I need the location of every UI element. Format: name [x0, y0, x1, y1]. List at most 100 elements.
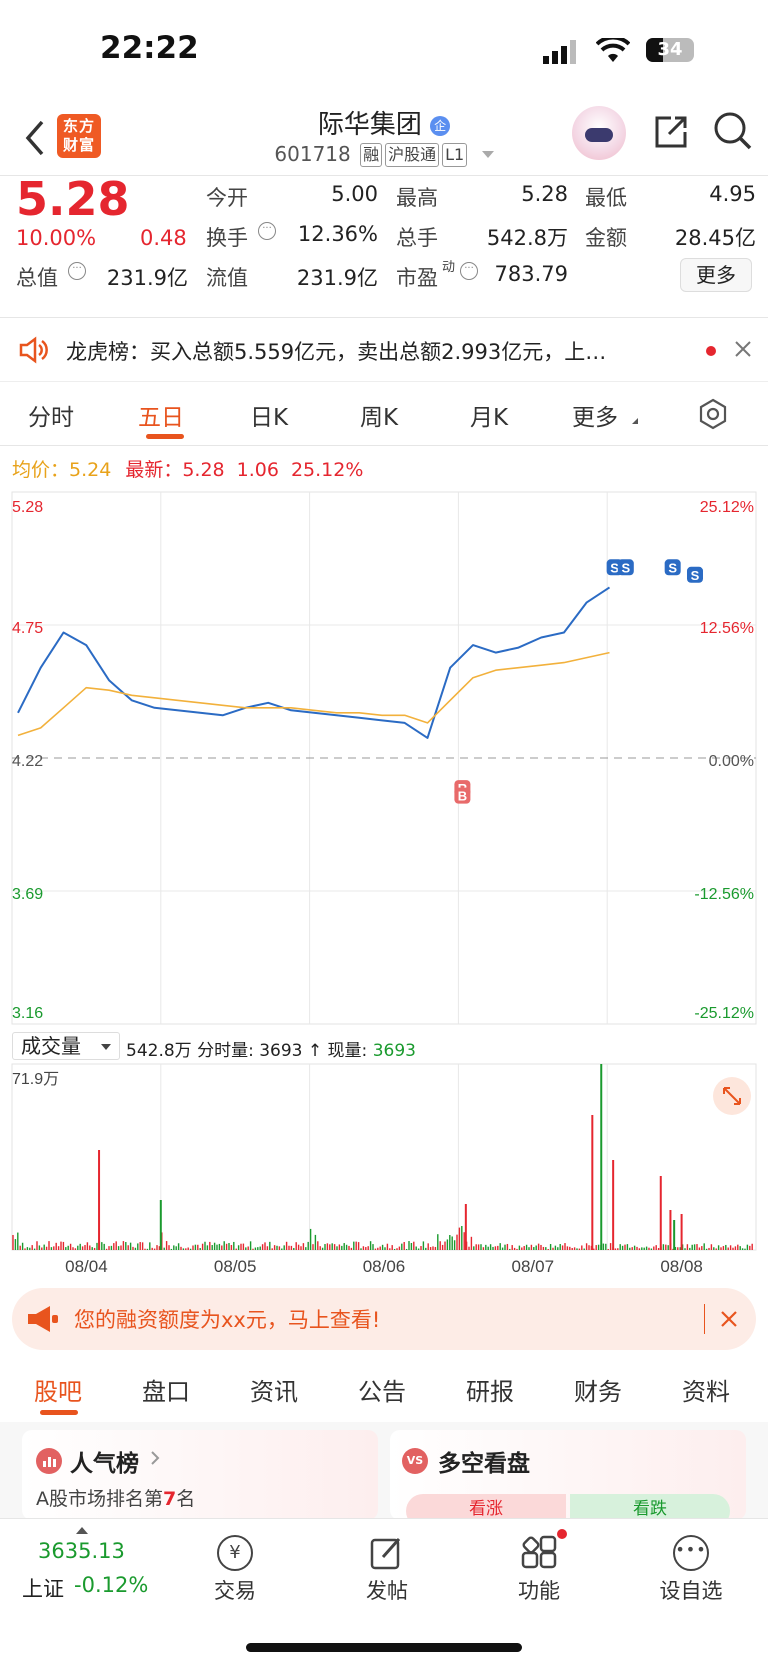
corner-triangle-icon: [632, 418, 638, 424]
tab-news[interactable]: 资讯: [250, 1372, 298, 1407]
high-label: 最高: [396, 186, 438, 210]
post-button[interactable]: 发帖: [332, 1519, 442, 1605]
volume-summary: 542.8万 分时量: 3693 ↑ 现量: 3693: [126, 1036, 416, 1061]
tag-connect: 沪股通: [385, 143, 440, 167]
rank-number: 7: [163, 1488, 177, 1510]
active-tab-indicator: [146, 434, 184, 439]
current-volume-label: 现量:: [327, 1041, 368, 1061]
functions-button[interactable]: 功能: [484, 1519, 594, 1605]
add-watchlist-label: 设自选: [659, 1579, 723, 1603]
chart-tabs: 分时 五日 日K 周K 月K 更多: [0, 382, 768, 446]
trade-marker-label: S: [691, 568, 700, 583]
post-label: 发帖: [366, 1579, 408, 1603]
current-volume-value: 3693: [372, 1041, 416, 1061]
low-value: 4.95: [709, 182, 756, 206]
date-label: 08/07: [512, 1257, 555, 1276]
trade-button[interactable]: ¥ 交易: [180, 1519, 290, 1605]
tab-daily-k[interactable]: 日K: [250, 398, 288, 432]
bear-button[interactable]: 看跌: [570, 1494, 730, 1520]
y-tick-label: 4.75: [12, 620, 43, 637]
date-label: 08/05: [214, 1257, 257, 1276]
tab-weekly-k[interactable]: 周K: [360, 398, 398, 432]
bull-button[interactable]: 看涨: [406, 1494, 566, 1520]
tab-finance[interactable]: 财务: [574, 1372, 622, 1407]
pct-tick-label: -25.12%: [694, 1005, 754, 1022]
home-indicator: [246, 1643, 522, 1652]
status-time: 22:22: [100, 30, 199, 66]
margin-promo-banner[interactable]: 您的融资额度为xx元，马上查看!: [12, 1288, 756, 1350]
tag-level: L1: [442, 143, 468, 167]
volume-selector-label: 成交量: [21, 1034, 81, 1058]
active-tab-indicator: [40, 1410, 78, 1415]
info-icon[interactable]: ···: [258, 222, 276, 240]
amount-label: 金额: [585, 226, 627, 250]
trade-marker-label: B: [458, 789, 467, 804]
price-line: [17, 586, 611, 739]
y-tick-label: 3.69: [12, 886, 43, 903]
tab-research[interactable]: 研报: [466, 1372, 514, 1407]
more-button[interactable]: 更多: [680, 258, 752, 292]
tab-announcements[interactable]: 公告: [358, 1372, 406, 1407]
avg-value: 5.24: [69, 459, 112, 481]
tab-orderbook[interactable]: 盘口: [142, 1372, 190, 1407]
unread-dot: [706, 346, 716, 356]
share-icon[interactable]: [651, 112, 691, 156]
latest-value: 5.28: [182, 459, 225, 481]
date-label: 08/04: [65, 1257, 108, 1276]
tab-profile[interactable]: 资料: [682, 1372, 730, 1407]
volume-frame: [11, 1063, 757, 1251]
high-value: 5.28: [521, 182, 568, 206]
status-bar: 22:22 34: [0, 0, 768, 100]
dragon-tiger-banner[interactable]: 龙虎榜：买入总额5.559亿元，卖出总额2.993亿元，上…: [0, 318, 768, 382]
float-value: 231.9亿: [296, 266, 378, 290]
volume-selector[interactable]: 成交量: [12, 1032, 120, 1060]
y-tick-label: 5.28: [12, 499, 43, 516]
pe-value: 783.79: [494, 262, 568, 286]
tab-intraday[interactable]: 分时: [28, 398, 74, 432]
volume-chart[interactable]: 71.9万 08/04 08/05 08/06 08/07 08/08: [0, 1062, 768, 1284]
tab-monthly-k[interactable]: 月K: [470, 398, 508, 432]
feature-cards: 人气榜 A股市场排名第7名 VS 多空看盘 看涨 看跌: [0, 1422, 768, 1520]
total-value: 231.9亿: [106, 266, 188, 290]
promo-text: 您的融资额度为xx元，马上查看!: [74, 1308, 381, 1332]
five-day-price-chart[interactable]: 5.28 25.12% 4.75 12.56% 4.22 0.00% 3.69 -12.56%…: [0, 488, 768, 1028]
avg-price-line: [17, 651, 610, 737]
robot-avatar-icon[interactable]: [572, 106, 626, 160]
volume-label: 总手: [396, 226, 438, 250]
bull-bear-card[interactable]: VS 多空看盘 看涨 看跌: [390, 1430, 746, 1520]
change-percent: 10.00%: [16, 226, 97, 250]
settings-gear-icon[interactable]: [697, 398, 729, 434]
index-name: 上证: [22, 1577, 64, 1601]
trade-marker-label: S: [668, 560, 677, 575]
stock-header: 东方财富 际华集团 企 601718 融沪股通 L1: [0, 100, 768, 176]
volume-total: 542.8万: [126, 1041, 192, 1061]
add-watchlist-button[interactable]: ••• 设自选: [636, 1519, 746, 1605]
robot-face: [585, 128, 613, 142]
turnover-label: 换手: [206, 226, 248, 250]
popularity-card[interactable]: 人气榜 A股市场排名第7名: [22, 1430, 378, 1520]
close-icon[interactable]: [720, 1310, 738, 1332]
battery-icon: 34: [646, 38, 694, 62]
float-value-label: 流值: [206, 266, 248, 290]
edit-icon: [369, 1535, 405, 1571]
pe-label: 市盈: [396, 266, 438, 290]
tab-five-day[interactable]: 五日: [138, 398, 184, 432]
wifi-icon: [595, 35, 631, 68]
index-ticker[interactable]: 3635.13 上证 -0.12%: [22, 1519, 172, 1609]
up-arrow: ↑: [307, 1041, 323, 1061]
caret-up-icon: [76, 1527, 88, 1534]
pe-superscript: 动: [442, 260, 456, 275]
tab-more[interactable]: 更多: [572, 398, 618, 432]
pct-tick-label: 25.12%: [700, 499, 754, 516]
tab-forum[interactable]: 股吧: [34, 1372, 82, 1407]
latest-change-pct: 25.12%: [290, 459, 364, 481]
open-label: 今开: [206, 186, 248, 210]
info-icon[interactable]: ···: [460, 262, 478, 280]
chart-info-line: 均价：5.24 最新：5.28 1.06 25.12%: [12, 455, 363, 482]
stock-name: 际华集团: [317, 110, 422, 140]
vs-badge: VS: [402, 1448, 428, 1474]
avg-label: 均价：: [12, 459, 70, 481]
info-icon[interactable]: ···: [68, 262, 86, 280]
search-icon[interactable]: [712, 110, 754, 156]
close-icon[interactable]: [734, 340, 752, 362]
